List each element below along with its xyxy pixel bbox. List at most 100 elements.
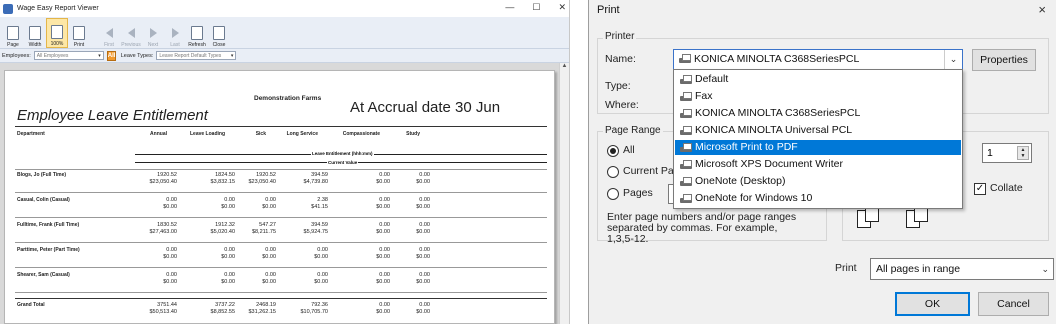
- currency-value: $10,705.70: [300, 308, 328, 315]
- employee-name: Grand Total: [17, 302, 45, 308]
- radio-pages-label: Pages: [623, 187, 653, 199]
- radio-all[interactable]: [607, 145, 619, 157]
- close-button[interactable]: Close: [208, 18, 230, 48]
- properties-button[interactable]: Properties: [972, 49, 1036, 71]
- currency-value: $23,050.40: [248, 178, 276, 185]
- maximize-icon[interactable]: ☐: [532, 2, 540, 13]
- previous-button[interactable]: Previous: [120, 18, 142, 48]
- currency-value: $0.00: [262, 203, 276, 210]
- scroll-up-icon[interactable]: ▲: [560, 63, 569, 69]
- cancel-button[interactable]: Cancel: [978, 292, 1049, 316]
- print-what-label: Print: [835, 262, 857, 274]
- employees-value: All Employees: [36, 53, 69, 59]
- spin-arrows-icon[interactable]: ▲ ▼: [1017, 146, 1029, 160]
- band-top-label: Leave Entitlement (hhh:mm): [311, 151, 374, 156]
- page-button[interactable]: Page: [2, 18, 24, 48]
- printer-option[interactable]: Default: [675, 72, 961, 87]
- printer-option[interactable]: OneNote for Windows 10: [675, 191, 961, 206]
- type-label: Type:: [605, 80, 631, 92]
- band-bottom-label: Current Value: [327, 160, 359, 165]
- currency-value: $23,050.40: [149, 178, 177, 185]
- report-page: Demonstration Farms At Accrual date 30 J…: [4, 70, 555, 324]
- table-cell: 2468.19 $31,262.15: [226, 302, 276, 315]
- table-cell: 0.00 $0.00: [380, 172, 430, 185]
- zoom-100-button[interactable]: 100%: [46, 18, 68, 48]
- table-cell: 0.00 $0.00: [380, 247, 430, 260]
- printer-option[interactable]: KONICA MINOLTA C368SeriesPCL: [675, 106, 961, 121]
- employee-name: Casual, Colin (Casual): [17, 197, 70, 203]
- last-icon: [171, 28, 179, 38]
- refresh-icon: [191, 26, 203, 40]
- all-employees-button[interactable]: All: [106, 50, 116, 61]
- print-range-select[interactable]: All pages in range ⌄: [870, 258, 1054, 280]
- refresh-button[interactable]: Refresh: [186, 18, 208, 48]
- page-range-label: Page Range: [603, 125, 663, 136]
- copies-spinner[interactable]: 1 ▲ ▼: [982, 143, 1032, 163]
- minimize-icon[interactable]: —: [505, 2, 514, 13]
- printer-option[interactable]: Fax: [675, 89, 961, 104]
- printer-icon: [679, 92, 693, 102]
- currency-value: $0.00: [416, 228, 430, 235]
- leave-types-combo[interactable]: Leave Report Default Types ▾: [156, 51, 237, 60]
- vertical-scrollbar[interactable]: ▲: [559, 63, 569, 324]
- print-dialog: Print × Printer Name: KONICA MINOLTA C36…: [588, 0, 1056, 324]
- currency-value: $0.00: [416, 178, 430, 185]
- company-name: Demonstration Farms: [254, 95, 322, 102]
- table-cell: 1830.52 $27,463.00: [127, 222, 177, 235]
- previous-icon: [127, 28, 135, 38]
- radio-pages[interactable]: [607, 188, 619, 200]
- table-cell: 0.00 $0.00: [127, 197, 177, 210]
- accrual-date: At Accrual date 30 Jun: [350, 99, 501, 116]
- page-button-label: Page: [7, 42, 19, 48]
- report-canvas: Demonstration Farms At Accrual date 30 J…: [0, 63, 569, 324]
- name-label: Name:: [605, 53, 636, 65]
- table-cell: 0.00 $0.00: [127, 247, 177, 260]
- column-header: Annual: [150, 131, 167, 137]
- currency-value: $0.00: [163, 203, 177, 210]
- table-cell: 547.27 $8,211.75: [226, 222, 276, 235]
- last-button[interactable]: Last: [164, 18, 186, 48]
- next-icon: [149, 28, 157, 38]
- collate-checkbox[interactable]: ✓: [974, 183, 986, 195]
- table-cell: 1920.52 $23,050.40: [127, 172, 177, 185]
- printer-option[interactable]: Microsoft Print to PDF: [675, 140, 961, 155]
- print-button-label: Print: [73, 42, 85, 48]
- printer-option[interactable]: Microsoft XPS Document Writer: [675, 157, 961, 172]
- chevron-down-icon[interactable]: ⌄: [944, 50, 962, 69]
- refresh-button-label: Refresh: [188, 42, 206, 48]
- ok-button[interactable]: OK: [895, 292, 970, 316]
- printer-option[interactable]: OneNote (Desktop): [675, 174, 961, 189]
- width-button[interactable]: Width: [24, 18, 46, 48]
- printer-option-label: KONICA MINOLTA Universal PCL: [695, 124, 853, 136]
- printer-option[interactable]: KONICA MINOLTA Universal PCL: [675, 123, 961, 138]
- print-button[interactable]: Print: [68, 18, 90, 48]
- width-button-label: Width: [28, 42, 42, 48]
- currency-value: $0.00: [163, 278, 177, 285]
- employee-name: Fulltime, Frank (Full Time): [17, 222, 80, 228]
- close-icon[interactable]: ×: [1038, 2, 1046, 17]
- currency-value: $0.00: [416, 203, 430, 210]
- close-icon[interactable]: ✕: [558, 2, 566, 13]
- next-button-label: Next: [147, 42, 159, 48]
- table-cell: 394.59 $5,924.75: [278, 222, 328, 235]
- printer-group-label: Printer: [603, 31, 637, 42]
- first-button[interactable]: First: [98, 18, 120, 48]
- table-cell: 3751.44 $50,513.40: [127, 302, 177, 315]
- first-icon: [105, 28, 113, 38]
- table-cell: 1920.52 $23,050.40: [226, 172, 276, 185]
- table-cell: 0.00 $0.00: [278, 272, 328, 285]
- next-button[interactable]: Next: [142, 18, 164, 48]
- currency-value: $0.00: [314, 253, 328, 260]
- employees-combo[interactable]: All Employees ▾: [33, 51, 104, 60]
- printer-name-combo[interactable]: KONICA MINOLTA C368SeriesPCL ⌄: [673, 49, 963, 70]
- previous-button-label: Previous: [121, 42, 141, 48]
- radio-current-page[interactable]: [607, 166, 619, 178]
- printer-option-label: Default: [695, 73, 729, 85]
- currency-value: $0.00: [262, 278, 276, 285]
- table-row: Shearer, Sam (Casual) 0.00 $0.00 0.00 $0.00 0…: [15, 269, 547, 293]
- zoom-100-button-label: 100%: [50, 41, 64, 47]
- radio-all-label: All: [623, 144, 635, 156]
- printer-option-label: Microsoft XPS Document Writer: [695, 158, 844, 170]
- table-row: Parttime, Peter (Part Time) 0.00 $0.00 0.00…: [15, 244, 547, 268]
- print-range-value: All pages in range: [876, 263, 961, 275]
